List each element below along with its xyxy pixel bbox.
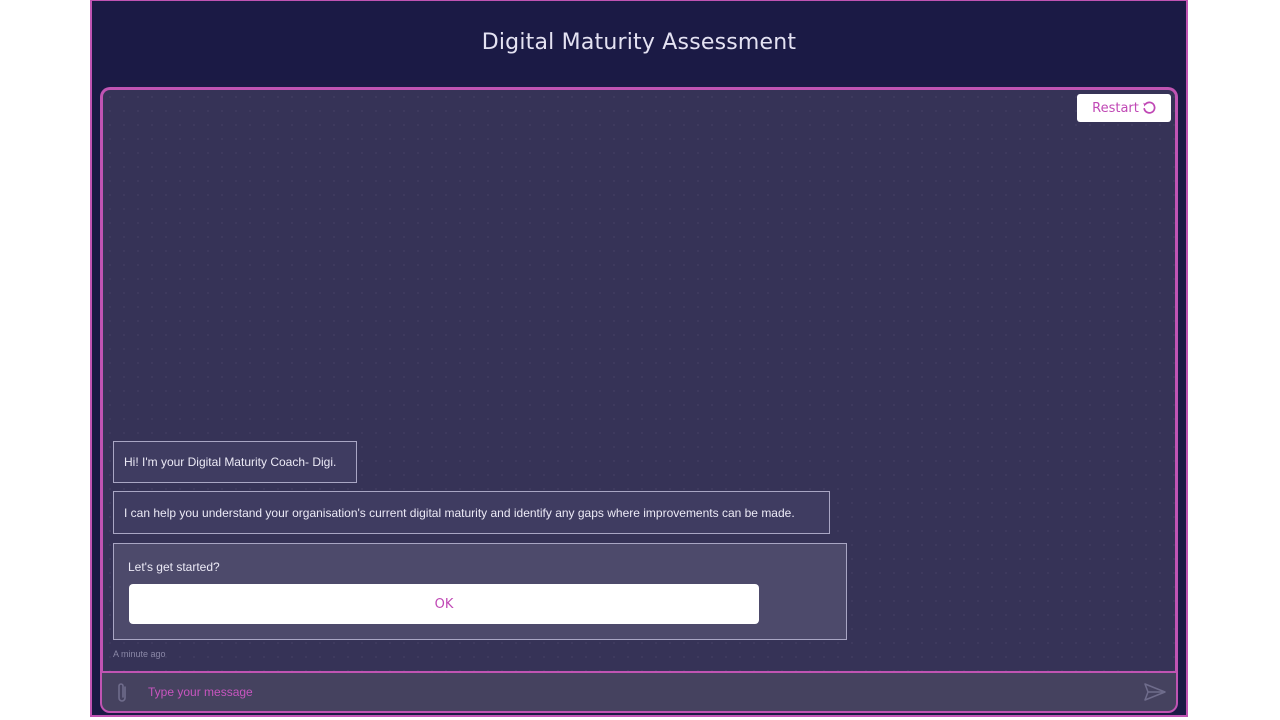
restart-button[interactable]: Restart	[1077, 94, 1171, 122]
page-title: Digital Maturity Assessment	[481, 29, 797, 55]
bot-prompt-card: Let's get started? OK	[113, 543, 847, 640]
message-input[interactable]	[148, 679, 1108, 705]
card-text: Let's get started?	[128, 560, 220, 574]
message-text: I can help you understand your organisat…	[124, 505, 795, 520]
paperclip-icon[interactable]	[116, 682, 128, 708]
ok-button-label: OK	[434, 596, 454, 612]
chat-panel: Restart Hi! I'm your Digital Maturity Co…	[100, 87, 1178, 671]
chat-app-window: Digital Maturity Assessment Restart Hi! …	[90, 0, 1188, 717]
bot-message: Hi! I'm your Digital Maturity Coach- Dig…	[113, 441, 357, 483]
ok-button[interactable]: OK	[129, 584, 759, 624]
header: Digital Maturity Assessment	[92, 1, 1186, 85]
restart-icon	[1142, 101, 1156, 115]
bot-message: I can help you understand your organisat…	[113, 491, 830, 534]
message-text: Hi! I'm your Digital Maturity Coach- Dig…	[124, 455, 337, 469]
send-icon[interactable]	[1144, 683, 1166, 705]
composer-bar	[100, 671, 1178, 713]
restart-label: Restart	[1092, 100, 1139, 116]
message-timestamp: A minute ago	[113, 649, 166, 659]
